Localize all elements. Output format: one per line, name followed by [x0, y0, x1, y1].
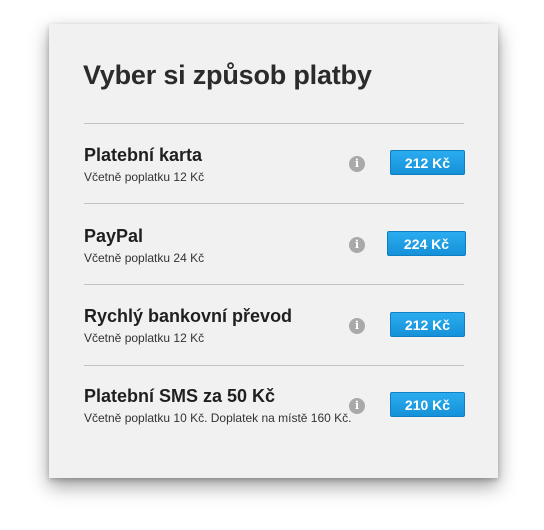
divider [84, 123, 464, 124]
price-button-sms[interactable]: 210 Kč [390, 392, 465, 417]
info-icon[interactable]: i [349, 156, 365, 172]
option-fee-note: Včetně poplatku 12 Kč [84, 170, 205, 184]
divider [84, 203, 464, 204]
payment-method-panel: Vyber si způsob platby Platební karta Vč… [49, 24, 498, 478]
info-icon[interactable]: i [349, 398, 365, 414]
divider [84, 365, 464, 366]
price-button-card[interactable]: 212 Kč [390, 150, 465, 175]
price-button-bank-transfer[interactable]: 212 Kč [390, 312, 465, 337]
divider [84, 284, 464, 285]
info-icon[interactable]: i [349, 237, 365, 253]
option-fee-note: Včetně poplatku 24 Kč [84, 251, 205, 265]
option-fee-note: Včetně poplatku 12 Kč [84, 331, 205, 345]
info-icon[interactable]: i [349, 318, 365, 334]
page-title: Vyber si způsob platby [83, 60, 372, 90]
option-name: PayPal [84, 226, 144, 246]
price-button-paypal[interactable]: 224 Kč [387, 231, 466, 256]
option-name: Rychlý bankovní převod [84, 306, 293, 326]
option-name: Platební SMS za 50 Kč [84, 386, 276, 406]
option-name: Platební karta [84, 145, 203, 165]
option-fee-note: Včetně poplatku 10 Kč. Doplatek na místě… [84, 411, 352, 425]
